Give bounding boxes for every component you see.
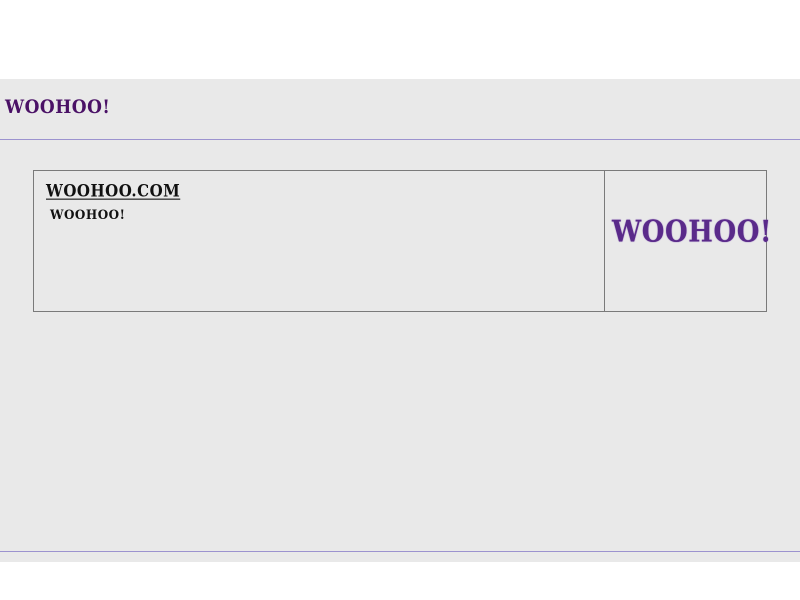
card-divider (604, 171, 605, 311)
page-panel (0, 79, 800, 562)
result-subtitle: WOOHOO! (50, 207, 126, 223)
header-logo[interactable]: WOOHOO! (5, 96, 110, 118)
result-title-link[interactable]: WOOHOO.COM (46, 181, 180, 201)
header-divider (0, 139, 800, 140)
result-thumbnail-logo[interactable]: WOOHOO! (612, 215, 772, 250)
footer-divider (0, 551, 800, 552)
result-card: WOOHOO.COM WOOHOO! WOOHOO! (33, 170, 771, 312)
